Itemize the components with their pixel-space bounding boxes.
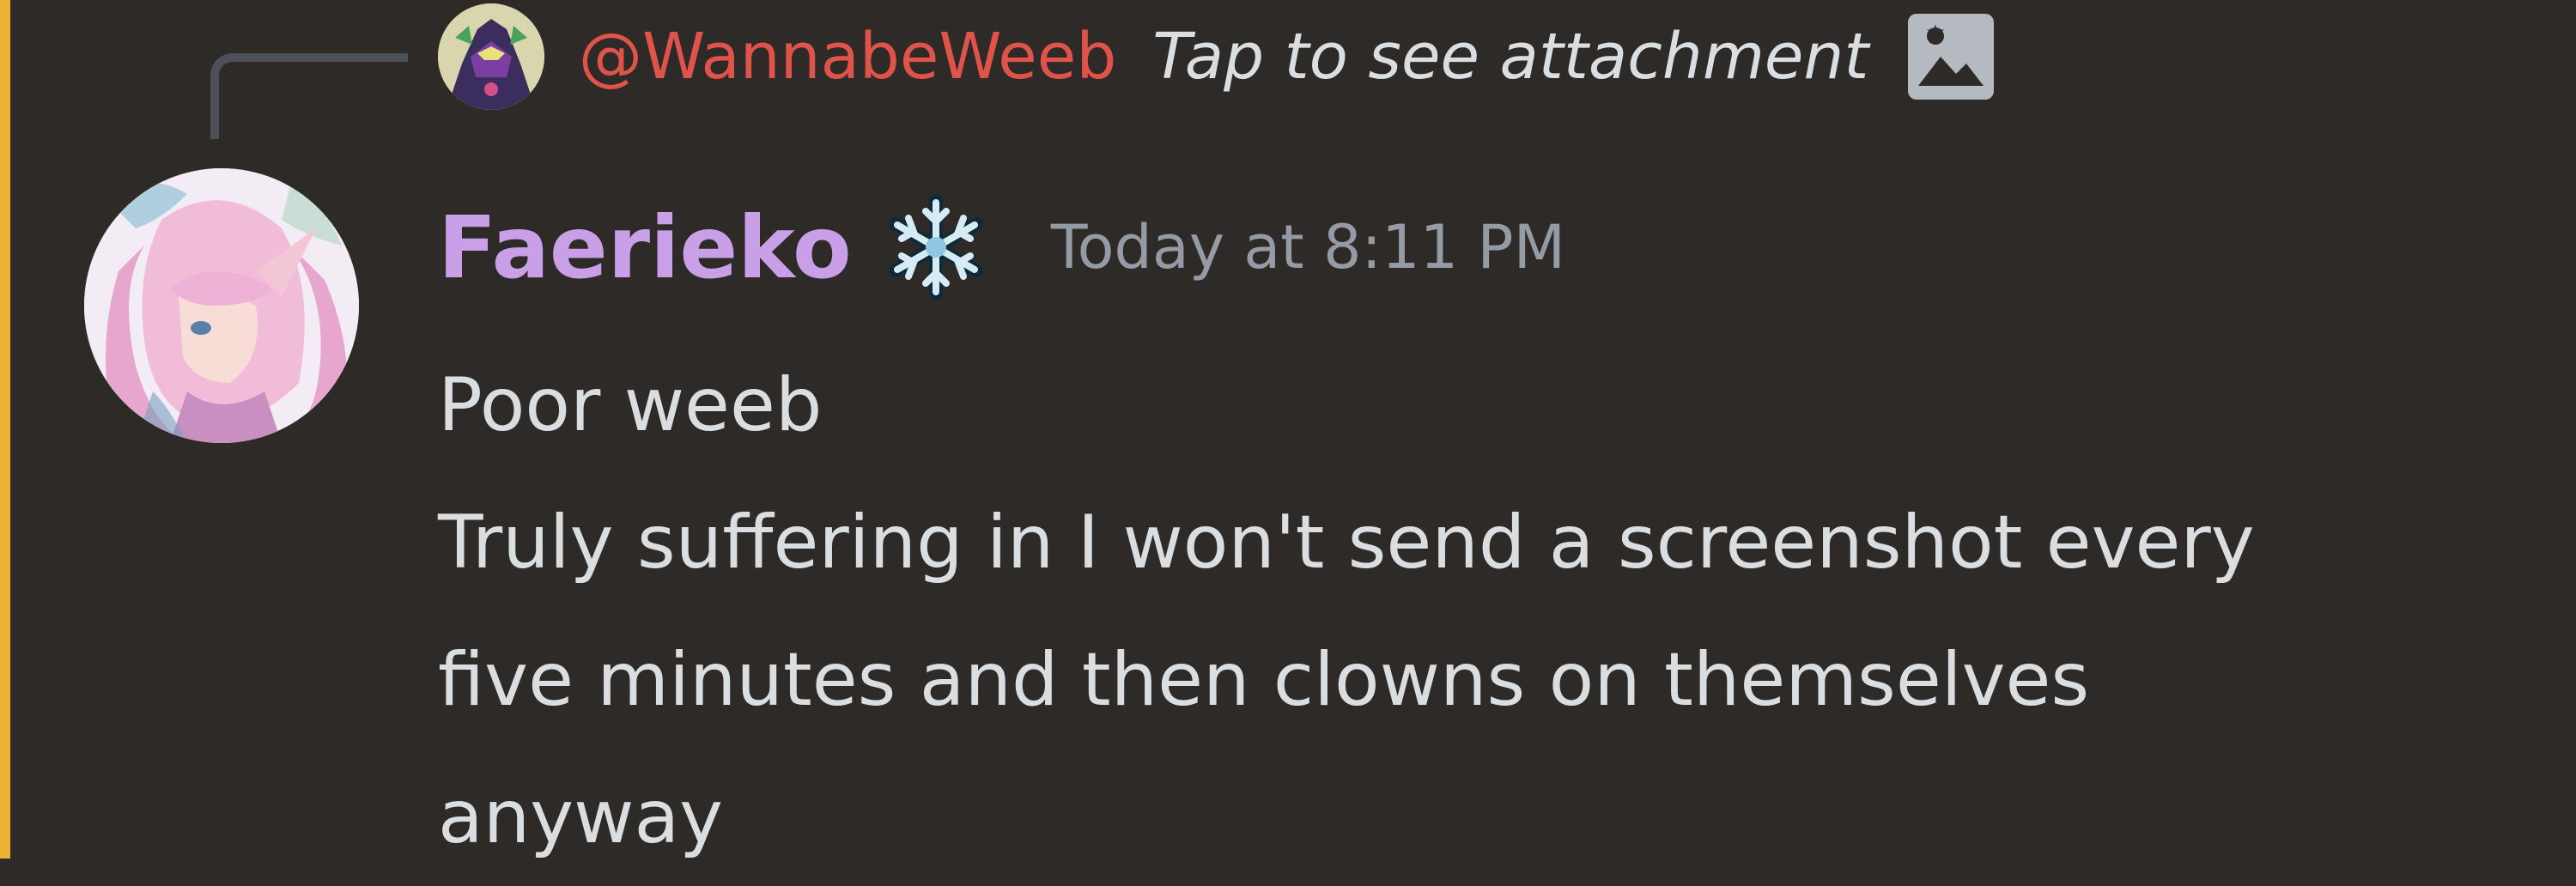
message-line: five minutes and then clowns on themselv… (438, 637, 2090, 723)
mention-highlight-bar (0, 0, 10, 859)
author-name[interactable]: Faerieko (438, 197, 852, 298)
reply-preview-text[interactable]: Tap to see attachment (1152, 20, 1868, 94)
message-line: Truly suffering in I won't send a screen… (438, 500, 2255, 586)
reply-avatar[interactable] (438, 3, 544, 110)
message-line: Poor weeb (438, 362, 823, 448)
image-icon (1908, 14, 1995, 100)
reply-reference[interactable]: @WannabeWeeb Tap to see attachment (438, 3, 2567, 110)
message-line: anyway (438, 774, 724, 860)
reply-author-name[interactable]: @WannabeWeeb (579, 20, 1116, 94)
message-timestamp[interactable]: Today at 8:11 PM (1051, 212, 1565, 282)
message-header: Faerieko Today at 8:11 PM (438, 194, 1565, 300)
reply-connector-line (210, 53, 408, 139)
author-avatar[interactable] (84, 168, 359, 443)
message-content: Poor weeb Truly suffering in I won't sen… (438, 337, 2533, 886)
snowflake-icon[interactable] (883, 194, 989, 300)
